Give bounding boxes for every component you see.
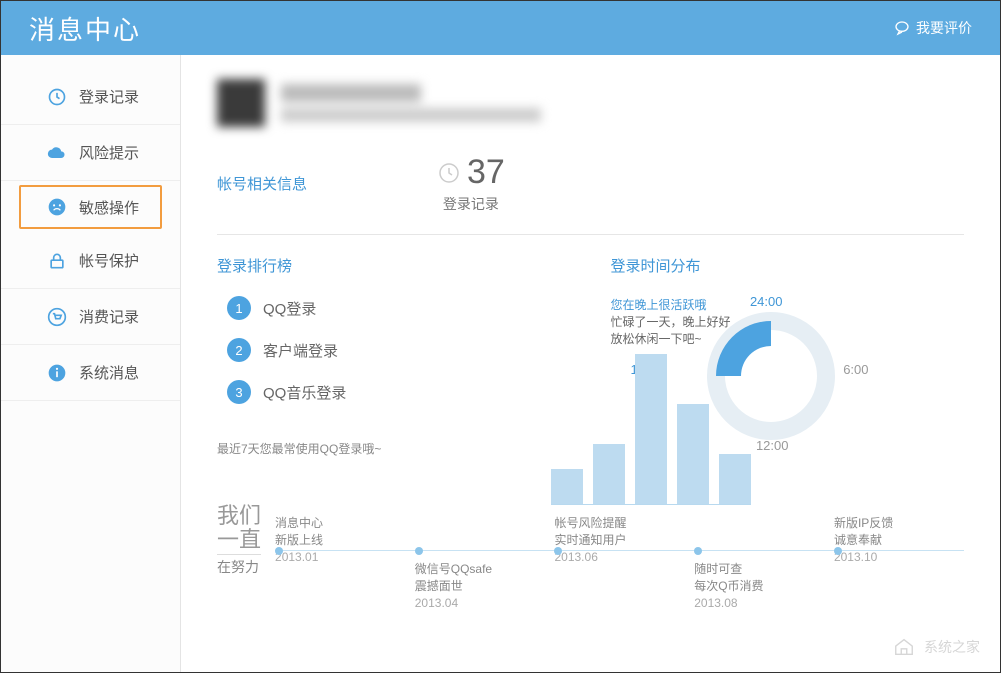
sidebar-item-system-msg[interactable]: 系统消息 — [1, 345, 180, 401]
pie-msg-highlight: 您在晚上很活跃哦 — [611, 298, 707, 312]
profile-name-redacted — [281, 84, 421, 102]
tp-text: 诚意奉献 — [834, 531, 964, 548]
tp-date: 2013.06 — [554, 550, 684, 564]
profile-summary — [217, 79, 964, 127]
sidebar: 登录记录 风险提示 敏感操作 帐号保护 消费记录 系统消息 — [1, 55, 181, 672]
tp-text: 每次Q币消费 — [694, 577, 824, 594]
rank-footnote: 最近7天您最常使用QQ登录哦~ — [217, 440, 571, 457]
feedback-label: 我要评价 — [916, 18, 972, 38]
account-section-title: 帐号相关信息 — [217, 173, 307, 194]
rank-item-1: 1 QQ登录 — [227, 296, 571, 320]
tp-date: 2013.10 — [834, 550, 964, 564]
timeline-head-line2: 一直 — [217, 528, 261, 552]
chat-icon — [894, 20, 910, 36]
sidebar-item-label: 风险提示 — [79, 142, 139, 163]
login-count-value: 37 — [467, 153, 505, 192]
rank-chart-section: 登录排行榜 1 QQ登录 2 客户端登录 3 QQ音乐登录 最近7天您最常使用QQ登录… — [217, 255, 571, 476]
rank-badge: 1 — [227, 296, 251, 320]
watermark-text: 系统之家 — [924, 637, 980, 657]
cart-icon — [47, 307, 67, 327]
sidebar-item-account-protect[interactable]: 帐号保护 — [1, 233, 180, 289]
dot-icon — [834, 547, 842, 555]
timeline-point: 消息中心 新版上线 2013.01 — [275, 514, 405, 610]
sidebar-item-login-records[interactable]: 登录记录 — [1, 69, 180, 125]
page-title: 消息中心 — [29, 10, 141, 47]
sidebar-item-label: 帐号保护 — [79, 250, 139, 271]
tp-text: 随时可查 — [694, 560, 824, 577]
tp-text: 消息中心 — [275, 514, 405, 531]
info-icon — [47, 363, 67, 383]
bar — [635, 354, 667, 504]
avatar — [217, 79, 265, 127]
pie-label-6: 6:00 — [843, 362, 868, 377]
tp-text: 新版上线 — [275, 531, 405, 548]
rank-item-3: 3 QQ音乐登录 — [227, 380, 571, 404]
rank-label: QQ登录 — [263, 298, 316, 319]
login-count-label: 登录记录 — [437, 194, 505, 214]
main-content: 帐号相关信息 37 登录记录 登录排行榜 1 QQ登录 2 客户端登录 3 QQ音乐登… — [181, 55, 1000, 672]
rank-title: 登录排行榜 — [217, 255, 571, 276]
bar — [677, 404, 709, 504]
rank-label: 客户端登录 — [263, 340, 338, 361]
profile-detail-redacted — [281, 108, 541, 122]
sidebar-item-sensitive-ops[interactable]: 敏感操作 — [19, 185, 162, 229]
feedback-button[interactable]: 我要评价 — [894, 18, 972, 38]
sidebar-item-label: 登录记录 — [79, 86, 139, 107]
clock-icon — [47, 87, 67, 107]
timeline-point: 新版IP反馈 诚意奉献 2013.10 — [834, 514, 964, 610]
rank-item-2: 2 客户端登录 — [227, 338, 571, 362]
tp-text: 新版IP反馈 — [834, 514, 964, 531]
sidebar-item-spending[interactable]: 消费记录 — [1, 289, 180, 345]
bar — [551, 469, 583, 504]
tp-text: 震撼面世 — [415, 577, 545, 594]
bar — [593, 444, 625, 504]
tp-text: 微信号QQsafe — [415, 560, 545, 577]
house-icon — [890, 636, 918, 658]
sidebar-item-label: 敏感操作 — [79, 197, 139, 218]
tp-text: 实时通知用户 — [554, 531, 684, 548]
timeline-point: 随时可查 每次Q币消费 2013.08 — [694, 514, 824, 610]
dot-icon — [694, 547, 702, 555]
cloud-icon — [47, 143, 67, 163]
header: 消息中心 我要评价 — [1, 1, 1000, 55]
rank-list: 1 QQ登录 2 客户端登录 3 QQ音乐登录 — [227, 296, 571, 404]
face-sad-icon — [47, 197, 67, 217]
timeline-point: 微信号QQsafe 震撼面世 2013.04 — [415, 514, 545, 610]
tp-date: 2013.08 — [694, 596, 824, 610]
clock-icon — [437, 161, 461, 185]
timeline: 我们 一直 在努力 消息中心 新版上线 2013.01 微信号QQsafe — [217, 504, 964, 610]
timeline-head: 我们 一直 在努力 — [217, 504, 261, 577]
rank-badge: 3 — [227, 380, 251, 404]
account-info-section: 帐号相关信息 37 登录记录 — [217, 153, 964, 235]
timeline-point: 帐号风险提醒 实时通知用户 2013.06 — [554, 514, 684, 610]
login-count-box: 37 登录记录 — [437, 153, 505, 214]
lock-icon — [47, 251, 67, 271]
tp-date: 2013.04 — [415, 596, 545, 610]
rank-label: QQ音乐登录 — [263, 382, 346, 403]
tp-date: 2013.01 — [275, 550, 405, 564]
tp-text: 帐号风险提醒 — [554, 514, 684, 531]
sidebar-item-risk-alert[interactable]: 风险提示 — [1, 125, 180, 181]
timeline-track: 消息中心 新版上线 2013.01 微信号QQsafe 震撼面世 2013.04… — [275, 514, 964, 610]
timeline-head-line1: 我们 — [217, 504, 261, 528]
timeline-head-line3: 在努力 — [217, 554, 261, 577]
dot-icon — [415, 547, 423, 555]
time-dist-title: 登录时间分布 — [611, 255, 965, 276]
rank-badge: 2 — [227, 338, 251, 362]
watermark: 系统之家 — [890, 636, 980, 658]
sidebar-item-label: 消费记录 — [79, 306, 139, 327]
dot-icon — [275, 547, 283, 555]
pie-label-24: 24:00 — [750, 294, 783, 309]
bar-chart — [551, 345, 751, 505]
pie-label-12: 12:00 — [756, 438, 789, 453]
bar — [719, 454, 751, 504]
sidebar-item-label: 系统消息 — [79, 362, 139, 383]
